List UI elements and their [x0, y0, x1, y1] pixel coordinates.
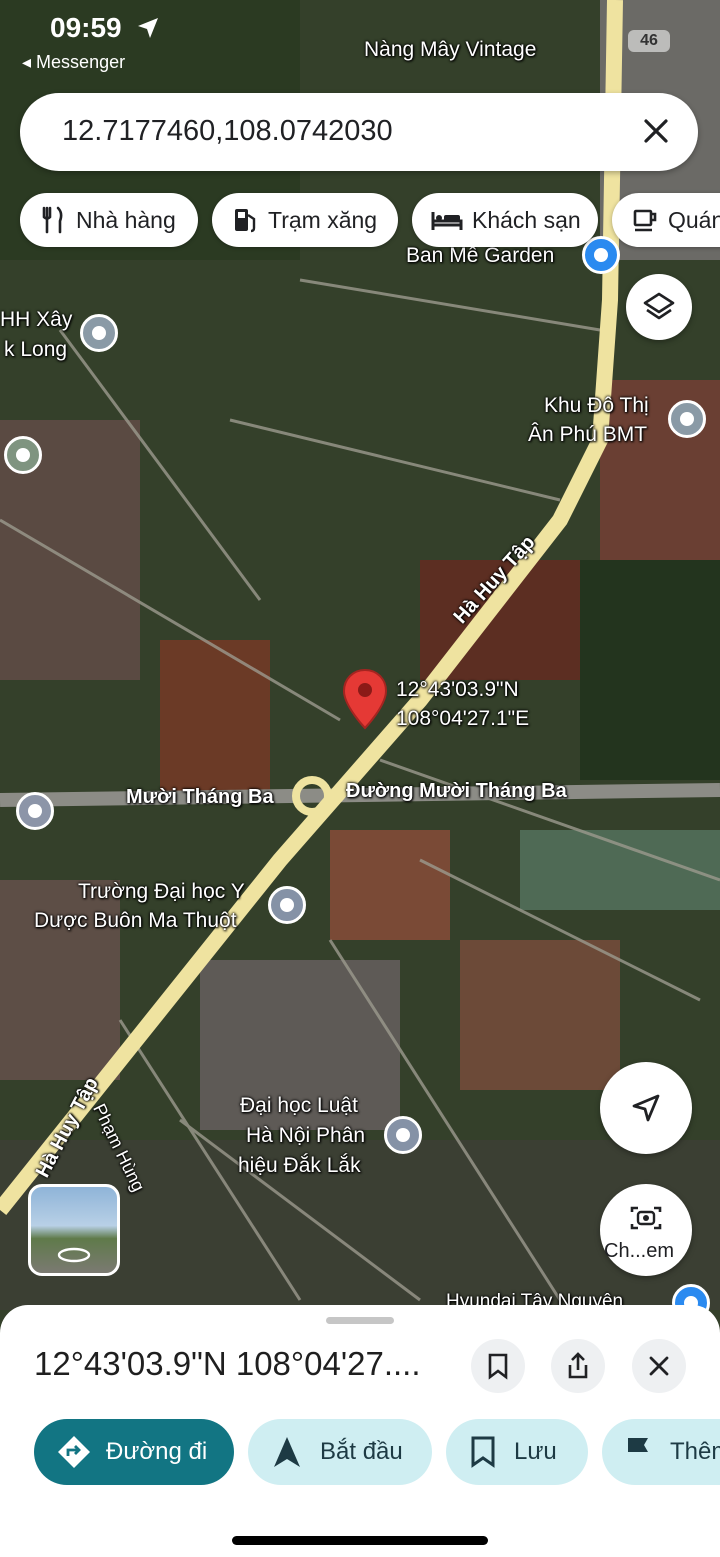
shopping-marker-icon[interactable]	[582, 236, 620, 274]
road-label-duong-muoi-thang-ba: Đường Mười Tháng Ba	[346, 780, 567, 802]
layers-icon	[643, 292, 675, 320]
directions-label: Đường đi	[106, 1438, 208, 1465]
place-label-khu-do-thi-1: Khu Đô Thị	[544, 394, 649, 417]
place-label-dai-hoc-luat-2: Hà Nội Phân	[246, 1124, 366, 1147]
chip-hotels[interactable]: Khách sạn	[412, 193, 598, 247]
bed-icon	[431, 212, 463, 230]
place-marker-icon[interactable]	[80, 314, 118, 352]
place-label-dai-hoc-luat-3: hiệu Đắk Lắk	[238, 1154, 361, 1177]
place-marker-icon[interactable]	[668, 400, 706, 438]
place-label-xay-dak-1: HH Xây	[0, 308, 73, 331]
camera-label: Ch...em	[604, 1240, 675, 1262]
camera-search-button[interactable]: Ch...em	[600, 1184, 692, 1276]
road-label-muoi-thang-ba: Mười Tháng Ba	[126, 786, 274, 808]
dropped-pin-icon[interactable]	[342, 668, 388, 730]
camera-icon	[630, 1206, 662, 1230]
status-time: 09:59	[50, 12, 122, 43]
location-arrow-icon	[138, 18, 158, 38]
chip-label: Trạm xăng	[268, 206, 378, 233]
street-view-thumbnail[interactable]	[28, 1184, 120, 1276]
start-button[interactable]: Bắt đầu	[248, 1419, 432, 1485]
flag-icon	[628, 1438, 648, 1467]
search-bar[interactable]: 12.7177460,108.0742030	[20, 93, 698, 171]
close-icon[interactable]	[636, 111, 676, 151]
navigation-arrow-icon	[632, 1094, 660, 1122]
battery-indicator: 46	[628, 30, 670, 52]
place-sheet[interactable]: 12°43'03.9"N 108°04'27.... Đường đi Bắt …	[0, 1305, 720, 1557]
chip-cafes[interactable]: Quán	[612, 193, 720, 247]
chip-label: Khách sạn	[472, 206, 581, 233]
pin-label-lat: 12°43'03.9"N	[396, 678, 519, 701]
save-icon-button[interactable]	[471, 1339, 525, 1393]
sheet-drag-handle[interactable]	[326, 1317, 394, 1324]
fork-knife-icon	[42, 206, 63, 234]
place-label-dai-hoc-y-2: Dược Buôn Ma Thuột	[34, 909, 237, 932]
pin-label-lng: 108°04'27.1"E	[396, 707, 530, 730]
share-button[interactable]	[551, 1339, 605, 1393]
save-label: Lưu	[514, 1438, 557, 1465]
more-label: Thêm	[670, 1438, 720, 1465]
park-marker-icon[interactable]	[4, 436, 42, 474]
share-icon	[568, 1352, 588, 1379]
chip-restaurants[interactable]: Nhà hàng	[20, 193, 198, 247]
back-to-app-link[interactable]: ◂ Messenger	[22, 52, 125, 73]
layers-button[interactable]	[626, 274, 692, 340]
close-sheet-button[interactable]	[632, 1339, 686, 1393]
chip-label: Quán	[668, 206, 720, 233]
home-indicator[interactable]	[232, 1536, 488, 1545]
rotate-360-icon	[57, 1247, 91, 1263]
directions-icon	[58, 1436, 90, 1468]
place-label-dai-hoc-luat-1: Đại học Luật	[240, 1094, 358, 1117]
coordinate-title: 12°43'03.9"N 108°04'27....	[34, 1345, 421, 1382]
place-label-khu-do-thi-2: Ân Phú BMT	[528, 423, 648, 446]
directions-button[interactable]: Đường đi	[34, 1419, 234, 1485]
place-label-xay-dak-2: k Long	[4, 338, 68, 361]
chip-gas-stations[interactable]: Trạm xăng	[212, 193, 398, 247]
save-button[interactable]: Lưu	[446, 1419, 588, 1485]
chip-label: Nhà hàng	[76, 206, 176, 233]
bookmark-icon	[471, 1436, 495, 1468]
search-input[interactable]: 12.7177460,108.0742030	[62, 115, 393, 148]
museum-marker-icon[interactable]	[16, 792, 54, 830]
navigation-arrow-icon	[274, 1437, 300, 1467]
place-label-dai-hoc-y-1: Trường Đại học Y	[78, 880, 245, 903]
school-marker-icon[interactable]	[384, 1116, 422, 1154]
more-button[interactable]: Thêm	[602, 1419, 720, 1485]
coffee-cup-icon	[633, 209, 657, 232]
back-app-label: Messenger	[36, 52, 126, 72]
start-label: Bắt đầu	[320, 1438, 403, 1465]
close-icon	[649, 1356, 669, 1376]
bookmark-icon	[488, 1353, 508, 1380]
place-label-nang-may: Nàng Mây Vintage	[364, 38, 537, 61]
my-location-button[interactable]	[600, 1062, 692, 1154]
gas-station-icon	[235, 209, 256, 233]
school-marker-icon[interactable]	[268, 886, 306, 924]
